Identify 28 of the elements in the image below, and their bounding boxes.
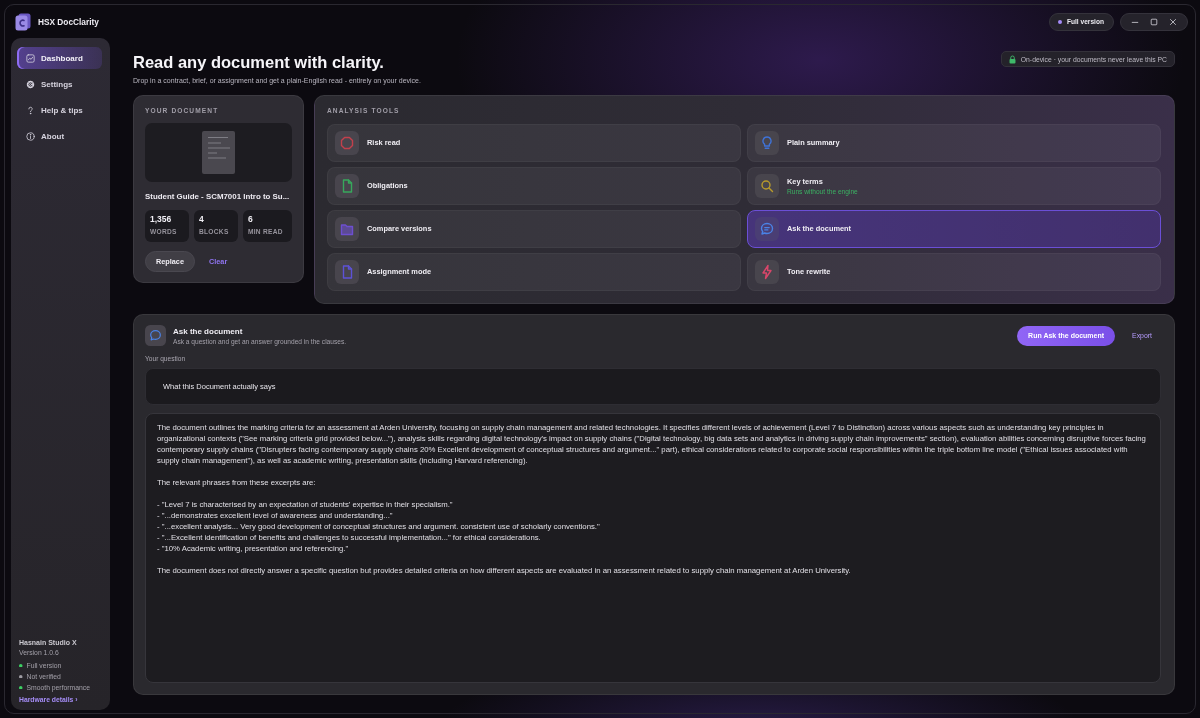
maximize-icon[interactable] xyxy=(1150,17,1158,26)
document-icon xyxy=(335,174,359,198)
document-icon xyxy=(335,260,359,284)
document-logo-icon xyxy=(15,12,31,31)
folder-icon xyxy=(335,217,359,241)
lightning-icon xyxy=(755,260,779,284)
app-title: HSX DocClarity xyxy=(38,16,99,27)
chat-bubble-icon xyxy=(755,217,779,241)
bulb-icon xyxy=(755,131,779,155)
info-icon xyxy=(26,131,35,141)
nav-item[interactable]: Dashboard xyxy=(17,47,102,69)
chat-bubble-icon xyxy=(145,325,166,346)
nav-item[interactable]: Help & tips xyxy=(17,99,102,121)
close-icon[interactable] xyxy=(1169,17,1178,26)
settings-icon xyxy=(26,79,35,89)
dot-icon xyxy=(1058,19,1062,24)
page-icon xyxy=(202,131,235,174)
stat-value: 1,356 xyxy=(150,214,173,225)
panel-title: Ask the document xyxy=(173,325,244,337)
stat-value: 6 xyxy=(247,214,254,225)
search-icon xyxy=(755,174,779,198)
stat-value: 4 xyxy=(198,214,205,225)
nav-item[interactable]: About xyxy=(17,125,102,147)
page-title: Read any document with clarity. xyxy=(133,52,385,72)
help-icon xyxy=(26,105,35,115)
nav-item[interactable]: Settings xyxy=(17,73,102,95)
lock-icon xyxy=(1008,54,1016,64)
dashboard-icon xyxy=(26,53,35,63)
